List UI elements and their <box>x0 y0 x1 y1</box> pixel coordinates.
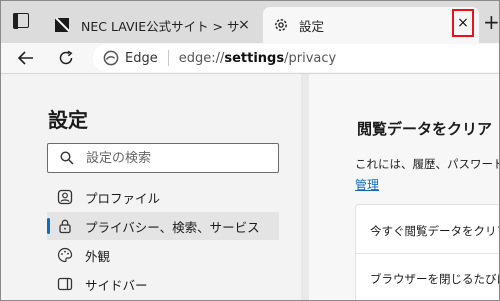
section-title: 閲覧データをクリア <box>357 120 493 138</box>
tab-title: 設定 <box>299 18 325 34</box>
sidebar-item-label: プライバシー、検索、サービス <box>85 219 260 235</box>
toolbar: Edge edge://settings/privacy <box>1 43 499 73</box>
new-tab-button[interactable]: + <box>483 12 499 32</box>
clear-on-close-row[interactable]: ブラウザーを閉じるたびにクリアするデータを選択 <box>370 271 499 287</box>
edge-label: Edge <box>125 50 158 66</box>
sidebar-item-sidebar[interactable]: サイドバー <box>47 270 279 298</box>
sidebar-item-privacy[interactable]: プライバシー、検索、サービス <box>47 212 279 240</box>
manage-link[interactable]: 管理 <box>355 176 379 193</box>
profile-icon <box>57 189 73 205</box>
refresh-icon <box>59 50 73 65</box>
sidebar-item-label: プロファイル <box>85 190 161 206</box>
tab-strip: NEC LAVIE公式サイト > サービス&サポート × 設定 × + <box>1 1 499 43</box>
tab-actions-icon[interactable] <box>13 13 31 29</box>
back-button[interactable] <box>15 43 37 73</box>
gear-icon <box>275 19 287 31</box>
sidebar-icon <box>57 277 73 291</box>
tab-title: NEC LAVIE公式サイト > サービス&サポート <box>81 18 241 34</box>
sidebar-item-appearance[interactable]: 外観 <box>47 241 279 269</box>
browser-window: NEC LAVIE公式サイト > サービス&サポート × 設定 × + <box>0 0 500 301</box>
tab-close-button[interactable]: × <box>235 16 253 34</box>
nec-favicon-icon <box>55 18 69 32</box>
url-text: edge://settings/privacy <box>178 50 337 66</box>
clear-now-row[interactable]: 今すぐ閲覧データをクリア <box>370 223 499 239</box>
back-arrow-icon <box>18 51 33 65</box>
address-separator <box>167 50 169 66</box>
search-box[interactable] <box>47 143 279 173</box>
sidebar-item-label: サイドバー <box>85 277 148 293</box>
lock-icon <box>59 219 71 234</box>
card-divider <box>356 253 499 254</box>
search-icon <box>60 151 74 165</box>
tab-nec[interactable]: NEC LAVIE公式サイト > サービス&サポート × <box>45 7 261 43</box>
sidebar-item-profile[interactable]: プロファイル <box>47 183 279 211</box>
pane-divider <box>301 74 309 300</box>
address-bar[interactable]: Edge edge://settings/privacy <box>93 44 499 72</box>
close-icon: × <box>457 15 469 31</box>
page-title: 設定 <box>48 108 88 132</box>
search-input[interactable] <box>84 149 268 167</box>
sidebar-item-label: 外観 <box>85 248 111 264</box>
tab-settings[interactable]: 設定 <box>263 7 479 43</box>
edge-logo-icon <box>103 50 119 66</box>
clear-data-card: 今すぐ閲覧データをクリア ブラウザーを閉じるたびにクリアするデータを選択 <box>355 204 499 300</box>
appearance-icon <box>57 247 73 263</box>
section-description: これには、履歴、パスワード、Cookie などが含まれます。 <box>355 157 499 171</box>
tab-close-button-highlighted[interactable]: × <box>452 9 474 37</box>
refresh-button[interactable] <box>55 43 77 73</box>
settings-main: 閲覧データをクリア これには、履歴、パスワード、Cookie などが含まれます。… <box>309 74 499 300</box>
settings-sidebar: 設定 プロファイル プライバシー、検索、サービス <box>1 74 301 300</box>
